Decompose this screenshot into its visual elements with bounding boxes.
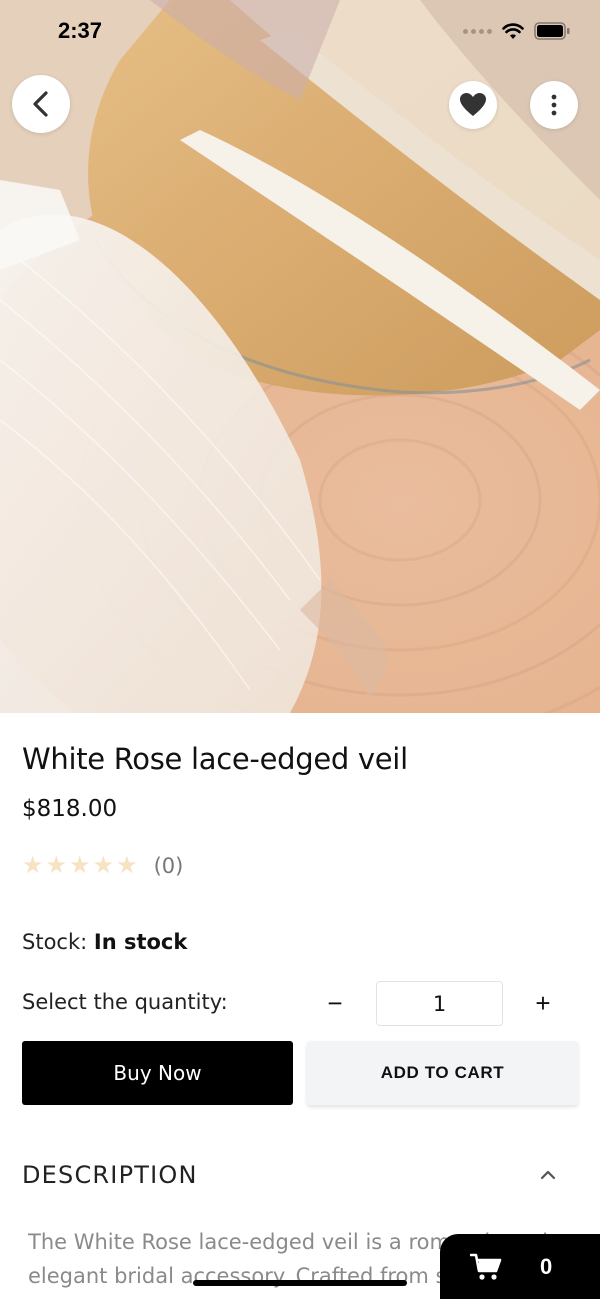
battery-icon [534, 22, 570, 40]
product-price: $818.00 [22, 796, 118, 822]
description-title: DESCRIPTION [22, 1161, 198, 1189]
quantity-label: Select the quantity: [22, 990, 228, 1014]
star-icon: ★ [45, 852, 68, 879]
status-time: 2:37 [58, 18, 103, 43]
star-rating: ★ ★ ★ ★ ★ [22, 852, 138, 880]
chevron-left-icon [33, 91, 48, 117]
product-photo [0, 0, 600, 713]
more-options-button[interactable] [530, 81, 578, 129]
cart-icon [470, 1253, 502, 1280]
stock-label: Stock: [22, 930, 88, 954]
quantity-decrease-button[interactable]: − [318, 984, 352, 1022]
status-icons [463, 22, 570, 40]
home-indicator [193, 1280, 407, 1286]
signal-icon [463, 28, 492, 34]
product-title: White Rose lace-edged veil [22, 742, 408, 776]
star-icon: ★ [69, 852, 91, 879]
star-icon: ★ [116, 852, 138, 879]
star-icon: ★ [22, 852, 44, 879]
floating-cart-button[interactable]: 0 [440, 1234, 600, 1299]
more-vertical-icon [551, 94, 557, 116]
product-rating[interactable]: ★ ★ ★ ★ ★ (0) [22, 852, 183, 880]
stock-status: Stock: In stock [22, 930, 187, 954]
star-icon: ★ [92, 852, 115, 879]
back-button[interactable] [12, 75, 70, 133]
favorite-button[interactable] [449, 81, 497, 129]
status-bar: 2:37 [0, 0, 600, 64]
stock-value: In stock [93, 930, 188, 954]
wifi-icon [502, 22, 524, 39]
quantity-increase-button[interactable]: + [526, 984, 560, 1022]
product-image [0, 0, 600, 713]
quantity-input[interactable] [376, 981, 503, 1026]
chevron-up-icon[interactable] [538, 1165, 558, 1185]
buy-now-button[interactable]: Buy Now [22, 1041, 293, 1105]
rating-count: (0) [153, 854, 184, 878]
add-to-cart-button[interactable]: ADD TO CART [307, 1041, 578, 1105]
cart-count: 0 [540, 1253, 553, 1279]
description-header[interactable]: DESCRIPTION [22, 1155, 578, 1195]
heart-icon [460, 93, 486, 116]
